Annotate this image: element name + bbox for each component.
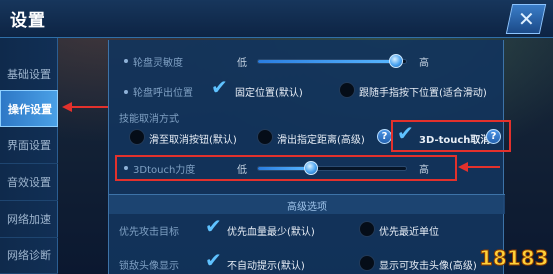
wheel-position-label: 轮盘呼出位置 [133,88,193,99]
skill-cancel-button-radio[interactable] [129,129,145,145]
force-3dtouch-label: 3Dtouch力度 [133,165,196,176]
checkmark-icon[interactable]: ✔ [397,123,415,143]
highlight-arrow-icon [458,162,500,172]
sidebar-item-label: 操作设置 [8,102,52,116]
wheel-position-fixed-option[interactable]: 固定位置(默认) [235,84,303,99]
sidebar-item-basic[interactable]: 基础设置 [0,56,58,93]
page-title: 设置 [10,11,46,31]
priority-target-label: 优先攻击目标 [119,227,179,238]
bullet-icon [124,59,128,63]
lock-avatar-label: 锁敌头像显示 [119,261,179,272]
wheel-sensitivity-low-label: 低 [237,58,247,69]
sidebar-item-controls[interactable]: 操作设置 [0,90,58,127]
wheel-sensitivity-label: 轮盘灵敏度 [133,58,183,69]
slider-handle[interactable] [389,54,403,68]
wheel-position-follow-radio[interactable] [339,82,355,98]
help-icon[interactable]: ? [377,129,392,144]
wheel-sensitivity-slider[interactable] [257,54,407,68]
wheel-position-follow-option[interactable]: 跟随手指按下位置(适合滑动) [359,84,487,99]
sidebar-item-label: 界面设置 [7,139,51,152]
settings-header: 设置 ✕ [0,0,553,38]
force-3dtouch-slider[interactable] [257,161,407,175]
skill-cancel-distance-radio[interactable] [257,129,273,145]
sidebar-item-label: 网络诊断 [7,249,51,262]
sidebar: 基础设置 操作设置 界面设置 音效设置 网络加速 网络诊断 [0,38,58,274]
watermark-logo: 18183 [475,242,551,272]
svg-text:18183: 18183 [479,246,549,270]
sidebar-item-label: 音效设置 [7,176,51,189]
sidebar-item-label: 基础设置 [7,68,51,81]
sidebar-item-network-boost[interactable]: 网络加速 [0,201,58,238]
sidebar-item-network-diagnose[interactable]: 网络诊断 [0,237,58,274]
priority-target-nearest-option[interactable]: 优先最近单位 [379,223,439,238]
advanced-section-title: 高级选项 [287,202,327,213]
bullet-icon [124,90,128,94]
wheel-sensitivity-high-label: 高 [419,58,429,69]
settings-panel: 轮盘灵敏度 低 高 轮盘呼出位置 ✔ 固定位置(默认) 跟随手指按下位置(适合滑… [108,40,511,274]
sidebar-item-label: 网络加速 [7,213,51,226]
sidebar-item-interface[interactable]: 界面设置 [0,127,58,164]
skill-cancel-button-option[interactable]: 滑至取消按钮(默认) [149,131,237,146]
lock-avatar-show-option[interactable]: 显示可攻击头像(高级) [379,257,477,272]
checkmark-icon[interactable]: ✔ [211,77,229,97]
sidebar-item-sound[interactable]: 音效设置 [0,164,58,201]
force-3dtouch-high-label: 高 [419,165,429,176]
skill-cancel-label: 技能取消方式 [119,114,179,125]
lock-avatar-auto-option[interactable]: 不自动提示(默认) [227,257,305,272]
slider-fill [258,167,311,170]
highlight-arrow-icon [62,102,108,112]
slider-handle[interactable] [303,161,318,175]
advanced-section-header: 高级选项 [109,194,505,214]
priority-target-lowhp-option[interactable]: 优先血量最少(默认) [227,223,315,238]
checkmark-icon[interactable]: ✔ [205,216,223,236]
skill-cancel-distance-option[interactable]: 滑出指定距离(高级) [277,131,365,146]
close-icon: ✕ [517,7,535,31]
force-3dtouch-low-label: 低 [237,165,247,176]
close-button[interactable]: ✕ [505,4,547,34]
priority-target-nearest-radio[interactable] [359,221,375,237]
skill-cancel-3dtouch-option[interactable]: 3D-touch取消 [419,131,490,146]
checkmark-icon[interactable]: ✔ [205,250,223,270]
slider-fill [258,60,396,63]
bullet-icon [124,166,128,170]
help-icon[interactable]: ? [486,129,501,144]
lock-avatar-show-radio[interactable] [359,255,375,271]
